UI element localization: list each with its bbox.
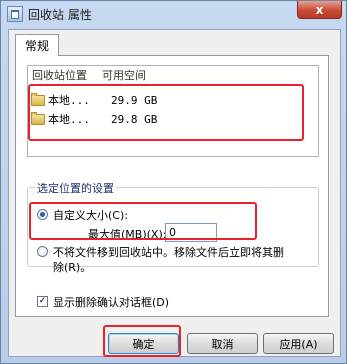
location-name: 本地... bbox=[48, 113, 90, 126]
dialog-client: 常规 回收站位置 可用空间 本地... 29.9 GB 本地... 29.8 GB … bbox=[8, 29, 341, 357]
list-item[interactable]: 本地... 29.8 GB bbox=[31, 110, 157, 128]
window-title: 回收站 属性 bbox=[28, 8, 92, 22]
list-header: 回收站位置 可用空间 bbox=[28, 66, 318, 84]
group-label: 选定位置的设置 bbox=[35, 180, 116, 196]
apply-button[interactable]: 应用(A) bbox=[263, 333, 334, 354]
confirm-delete-label[interactable]: 显示删除确认对话框(D) bbox=[53, 294, 169, 310]
no-move-label-line2[interactable]: 除(R)。 bbox=[53, 259, 91, 275]
general-panel: 回收站位置 可用空间 本地... 29.9 GB 本地... 29.8 GB 选定位… bbox=[15, 55, 329, 317]
no-move-radio[interactable] bbox=[37, 246, 48, 257]
custom-size-label[interactable]: 自定义大小(C): bbox=[53, 207, 128, 223]
recycle-bin-icon bbox=[7, 6, 23, 22]
no-move-label-line1[interactable]: 不将文件移到回收站中。移除文件后立即将其删 bbox=[53, 244, 284, 260]
list-item[interactable]: 本地... 29.9 GB bbox=[31, 91, 157, 109]
max-value-input[interactable] bbox=[165, 223, 217, 242]
tab-general[interactable]: 常规 bbox=[15, 34, 60, 56]
title-bar: 回收站 属性 x bbox=[1, 1, 346, 27]
confirm-delete-checkbox[interactable]: ✓ bbox=[37, 296, 48, 307]
max-value-label: 最大值(MB)(X): bbox=[88, 228, 167, 241]
cancel-button[interactable]: 取消 bbox=[187, 333, 258, 354]
column-header-free-space[interactable]: 可用空间 bbox=[98, 67, 146, 83]
folder-icon bbox=[31, 111, 45, 125]
close-button[interactable]: x bbox=[297, 1, 342, 19]
ok-button[interactable]: 确定 bbox=[108, 333, 179, 354]
location-free-space: 29.8 GB bbox=[111, 112, 158, 126]
location-name: 本地... bbox=[48, 94, 90, 107]
recycle-bin-properties-window: 回收站 属性 x 常规 回收站位置 可用空间 本地... 29.9 GB 本地..… bbox=[0, 0, 347, 364]
folder-icon bbox=[31, 92, 45, 106]
column-header-location[interactable]: 回收站位置 bbox=[28, 67, 98, 83]
location-list[interactable]: 回收站位置 可用空间 本地... 29.9 GB 本地... 29.8 GB bbox=[27, 65, 319, 157]
custom-size-radio[interactable] bbox=[37, 209, 48, 220]
location-free-space: 29.9 GB bbox=[111, 93, 158, 107]
